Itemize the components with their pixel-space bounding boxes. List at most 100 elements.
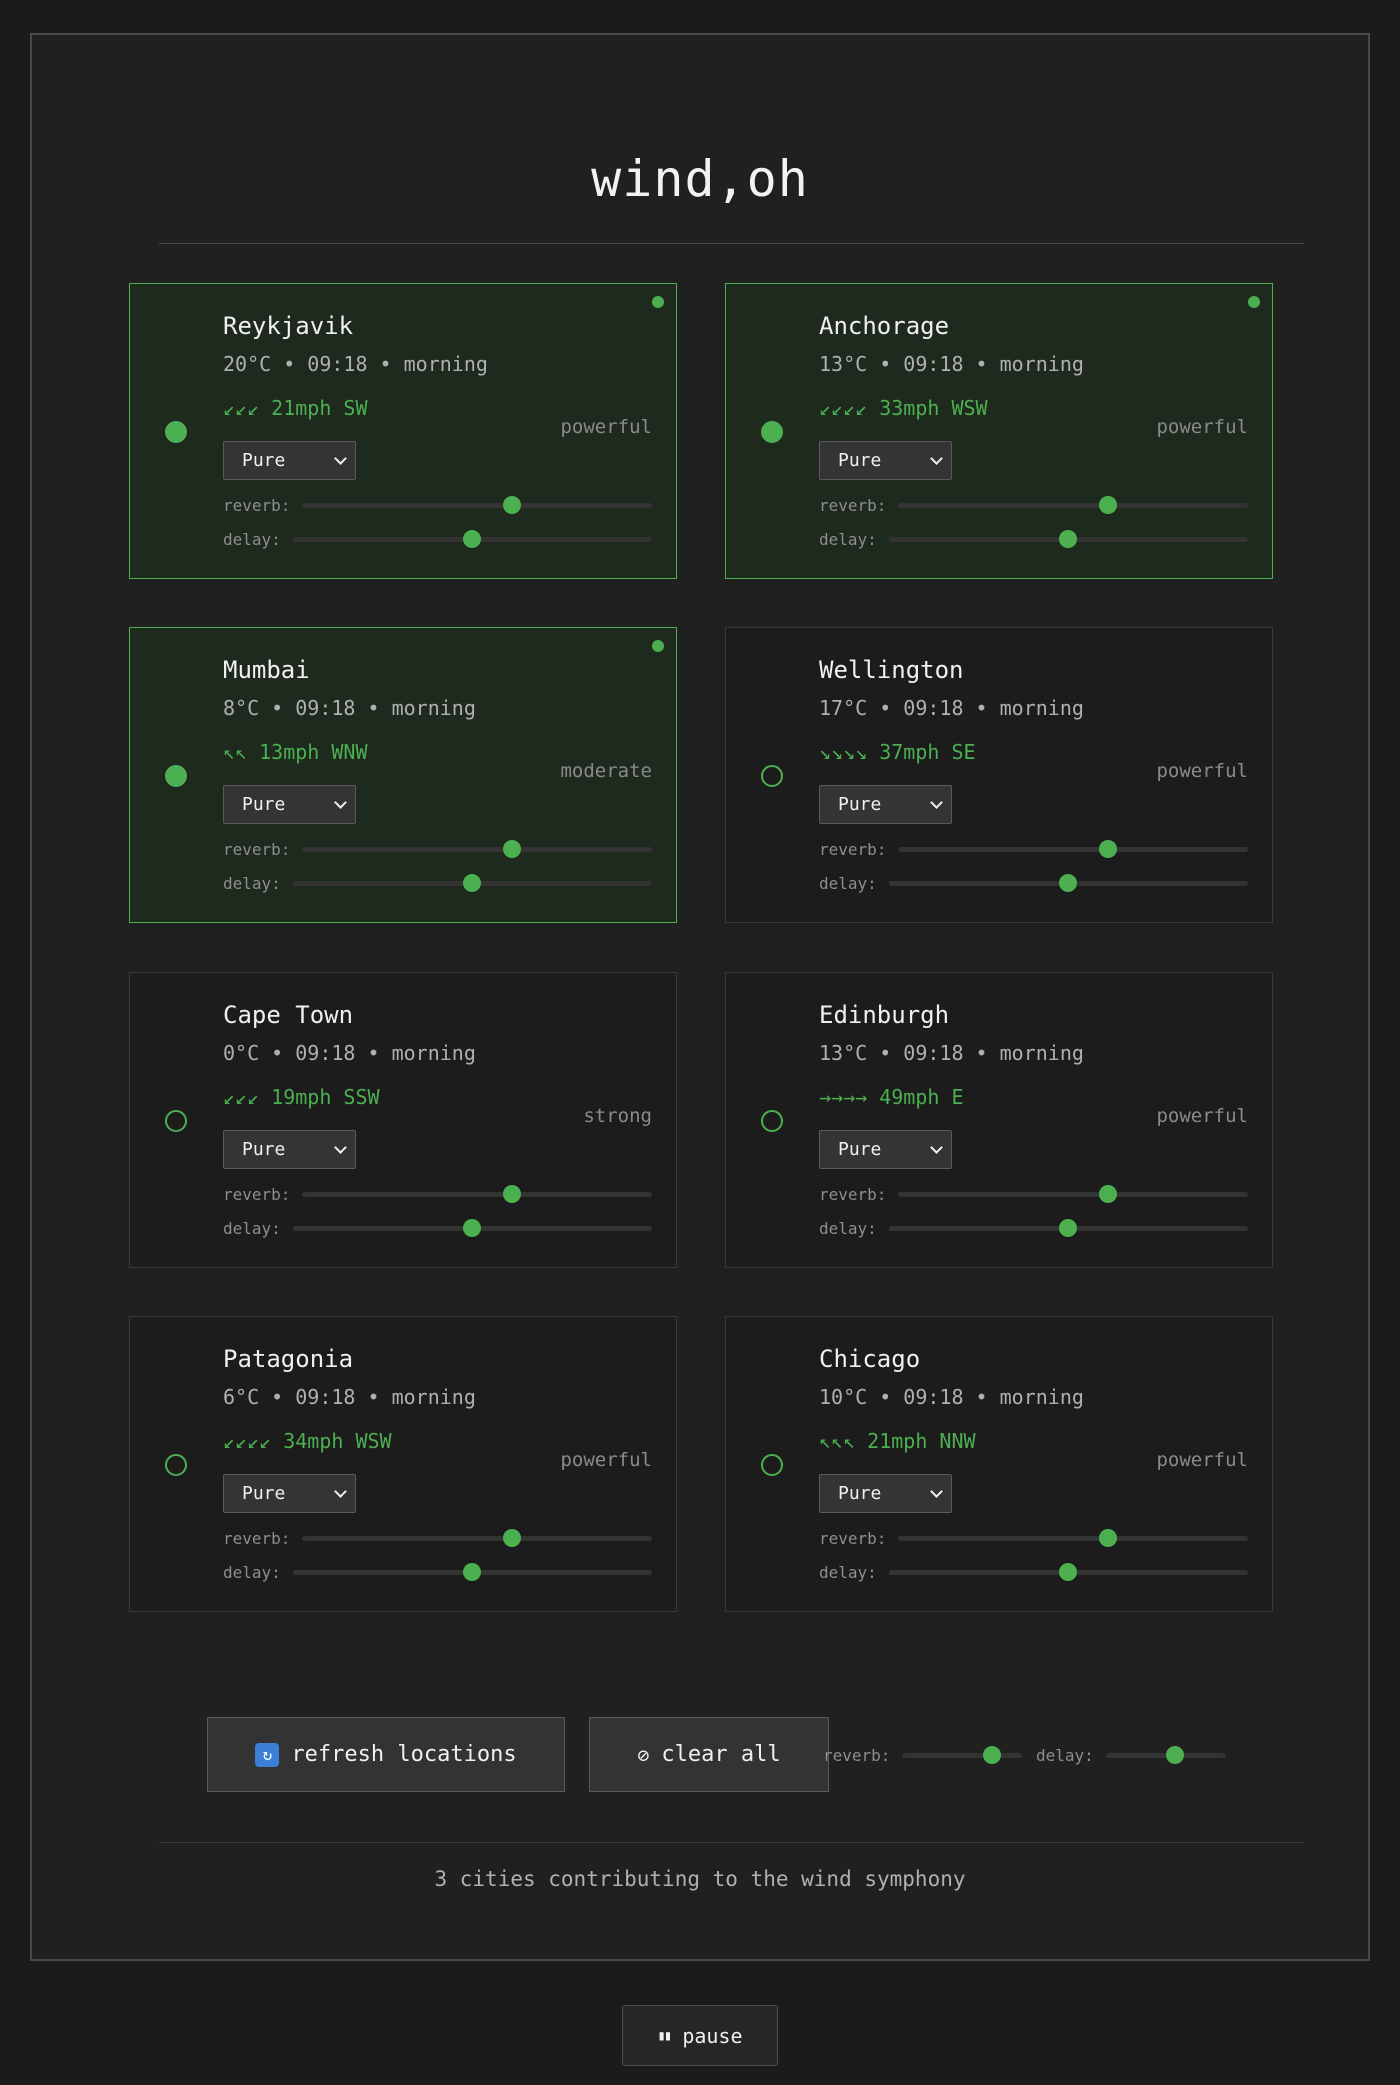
chevron-down-icon [334, 1140, 347, 1154]
preset-select[interactable]: Pure [819, 1474, 952, 1513]
wind-arrows-icon: ↙↙↙ [223, 1085, 260, 1109]
city-meta: 0°C • 09:18 • morning [223, 1041, 476, 1065]
city-card: Chicago 10°C • 09:18 • morning ↖↖↖ 21mph N… [725, 1316, 1273, 1612]
reverb-thumb[interactable] [1099, 840, 1118, 858]
reverb-thumb[interactable] [503, 840, 522, 858]
preset-select[interactable]: Pure [819, 785, 952, 824]
delay-slider[interactable] [888, 1219, 1248, 1237]
wind-strength: powerful [1156, 1449, 1248, 1471]
city-name: Patagonia [223, 1345, 354, 1373]
wind-arrows-icon: ↙↙↙↙ [819, 396, 868, 420]
global-delay-label: delay: [1036, 1745, 1094, 1765]
preset-value: Pure [838, 794, 882, 815]
global-delay-thumb[interactable] [1166, 1746, 1185, 1764]
reverb-thumb[interactable] [1099, 1529, 1118, 1547]
delay-slider[interactable] [292, 1219, 652, 1237]
city-toggle[interactable] [761, 1110, 783, 1132]
footer-divider [159, 1842, 1304, 1843]
preset-select[interactable]: Pure [223, 1474, 356, 1513]
delay-thumb[interactable] [463, 874, 482, 892]
wind-info: ↙↙↙ 19mph SSW [223, 1085, 380, 1109]
delay-thumb[interactable] [1059, 1219, 1078, 1237]
delay-thumb[interactable] [1059, 874, 1078, 892]
city-name: Reykjavik [223, 312, 354, 340]
reverb-slider[interactable] [898, 1529, 1248, 1547]
reverb-thumb[interactable] [503, 496, 522, 514]
reverb-control: reverb: [223, 1528, 652, 1548]
wind-info: ↖↖ 13mph WNW [223, 740, 368, 764]
active-indicator [1248, 296, 1260, 308]
chevron-down-icon [930, 451, 943, 465]
city-toggle[interactable] [165, 1454, 187, 1476]
app-title: wind,oh [591, 150, 809, 208]
delay-control: delay: [223, 1218, 652, 1238]
city-name: Mumbai [223, 656, 310, 684]
refresh-locations-button[interactable]: ↻ refresh locations [207, 1717, 565, 1792]
reverb-label: reverb: [819, 1184, 887, 1204]
wind-info: ↙↙↙ 21mph SW [223, 396, 368, 420]
global-reverb-label: reverb: [823, 1745, 891, 1765]
delay-slider[interactable] [292, 1563, 652, 1581]
main-panel: wind,oh Reykjavik 20°C • 09:18 • morning ↙… [30, 33, 1370, 1961]
city-card: Reykjavik 20°C • 09:18 • morning ↙↙↙ 21mph… [129, 283, 677, 579]
wind-strength: moderate [560, 760, 652, 782]
pause-icon: ▮▮ [657, 2027, 672, 2044]
reverb-slider[interactable] [302, 1529, 652, 1547]
reverb-slider[interactable] [302, 840, 652, 858]
city-toggle[interactable] [165, 421, 187, 443]
city-meta: 10°C • 09:18 • morning [819, 1385, 1084, 1409]
reverb-thumb[interactable] [1099, 496, 1118, 514]
delay-thumb[interactable] [463, 1563, 482, 1581]
reverb-label: reverb: [223, 839, 291, 859]
city-toggle[interactable] [761, 765, 783, 787]
reverb-slider[interactable] [898, 1185, 1248, 1203]
preset-value: Pure [242, 450, 286, 471]
city-card: Cape Town 0°C • 09:18 • morning ↙↙↙ 19mph … [129, 972, 677, 1268]
title-divider [159, 243, 1304, 244]
reverb-slider[interactable] [898, 496, 1248, 514]
delay-thumb[interactable] [463, 530, 482, 548]
preset-select[interactable]: Pure [223, 441, 356, 480]
city-toggle[interactable] [761, 1454, 783, 1476]
chevron-down-icon [334, 1484, 347, 1498]
delay-label: delay: [223, 1218, 281, 1238]
wind-info: ↘↘↘↘ 37mph SE [819, 740, 976, 764]
delay-label: delay: [819, 1218, 877, 1238]
city-meta: 20°C • 09:18 • morning [223, 352, 488, 376]
chevron-down-icon [334, 795, 347, 809]
delay-thumb[interactable] [1059, 1563, 1078, 1581]
reverb-slider[interactable] [898, 840, 1248, 858]
wind-arrows-icon: ↖↖ [223, 740, 248, 764]
delay-slider[interactable] [888, 530, 1248, 548]
reverb-slider[interactable] [302, 496, 652, 514]
wind-speed: 49mph E [879, 1085, 964, 1109]
global-delay-slider[interactable] [1105, 1746, 1226, 1764]
city-toggle[interactable] [761, 421, 783, 443]
pause-button[interactable]: ▮▮ pause [622, 2005, 778, 2066]
chevron-down-icon [930, 1484, 943, 1498]
city-meta: 6°C • 09:18 • morning [223, 1385, 476, 1409]
preset-select[interactable]: Pure [223, 785, 356, 824]
reverb-label: reverb: [819, 495, 887, 515]
global-reverb-thumb[interactable] [983, 1746, 1002, 1764]
reverb-thumb[interactable] [503, 1529, 522, 1547]
wind-speed: 21mph SW [271, 396, 368, 420]
clear-all-button[interactable]: ⊘ clear all [589, 1717, 829, 1792]
preset-select[interactable]: Pure [819, 441, 952, 480]
delay-control: delay: [223, 873, 652, 893]
preset-select[interactable]: Pure [819, 1130, 952, 1169]
delay-slider[interactable] [292, 530, 652, 548]
reverb-thumb[interactable] [1099, 1185, 1118, 1203]
reverb-thumb[interactable] [503, 1185, 522, 1203]
city-toggle[interactable] [165, 765, 187, 787]
city-toggle[interactable] [165, 1110, 187, 1132]
pause-label: pause [682, 2023, 743, 2048]
delay-slider[interactable] [888, 874, 1248, 892]
global-reverb-slider[interactable] [902, 1746, 1023, 1764]
delay-thumb[interactable] [1059, 530, 1078, 548]
delay-slider[interactable] [888, 1563, 1248, 1581]
preset-select[interactable]: Pure [223, 1130, 356, 1169]
delay-thumb[interactable] [463, 1219, 482, 1237]
reverb-slider[interactable] [302, 1185, 652, 1203]
delay-slider[interactable] [292, 874, 652, 892]
